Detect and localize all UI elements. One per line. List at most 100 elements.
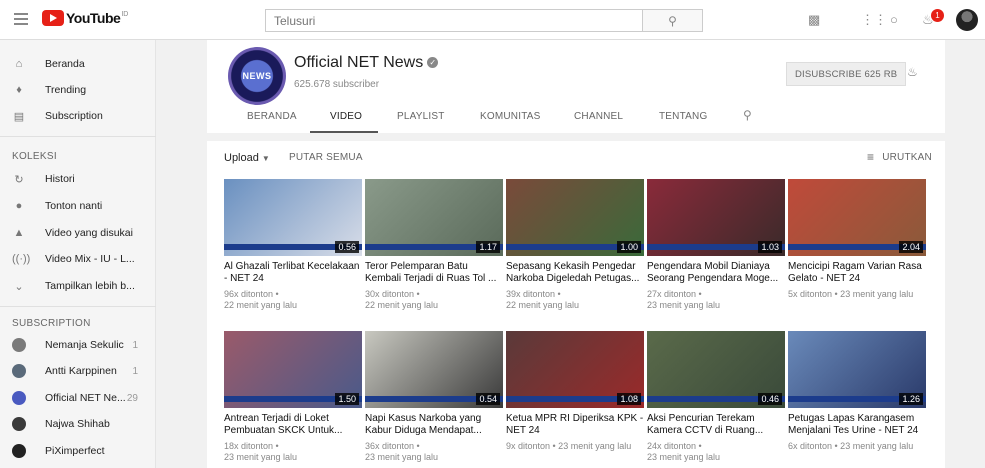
sidebar-item-show-more[interactable]: ⌄ Tampilkan lebih b... (0, 273, 156, 299)
channel-title: Official NET News ✓ (294, 54, 439, 72)
video-title[interactable]: Sepasang Kekasih Pengedar Narkoba Digele… (506, 261, 644, 284)
video-card[interactable]: 0.46 Aksi Pencurian Terekam Kamera CCTV … (647, 331, 785, 463)
video-card[interactable]: 1.50 Antrean Terjadi di Loket Pembuatan … (224, 331, 362, 463)
subscribe-button[interactable]: DISUBSCRIBE 625 RB (786, 62, 907, 86)
logo-text: YouTube (66, 10, 121, 26)
tab-playlist[interactable]: PLAYLIST (397, 111, 445, 122)
sidebar-item-liked-videos[interactable]: ▲ Video yang disukai (0, 220, 156, 246)
video-thumbnail[interactable]: 0.54 (365, 331, 503, 408)
channel-avatar (12, 338, 26, 352)
video-title[interactable]: Teror Pelemparan Batu Kembali Terjadi di… (365, 261, 503, 284)
sidebar-subscription-item[interactable]: Official NET Ne... 29 (0, 385, 156, 411)
video-title[interactable]: Antrean Terjadi di Loket Pembuatan SKCK … (224, 413, 362, 436)
sidebar-item-watch-later[interactable]: ● Tonton nanti (0, 193, 156, 219)
subscription-heading: SUBSCRIPTION (12, 318, 91, 329)
tab-komunitas[interactable]: KOMUNITAS (480, 111, 541, 122)
subscription-count: 1 (132, 365, 138, 377)
video-views: 27x ditonton • (647, 289, 702, 299)
video-views: 9x ditonton • 23 menit yang lalu (506, 441, 632, 451)
video-thumbnail[interactable]: 1.50 (224, 331, 362, 408)
video-thumbnail[interactable]: 0.56 (224, 179, 362, 256)
caret-down-icon: ▼ (261, 154, 270, 163)
video-title[interactable]: Napi Kasus Narkoba yang Kabur Diduga Men… (365, 413, 503, 436)
user-avatar[interactable] (956, 9, 978, 31)
video-card[interactable]: 1.08 Ketua MPR RI Diperiksa KPK - NET 24… (506, 331, 644, 452)
video-title[interactable]: Aksi Pencurian Terekam Kamera CCTV di Ru… (647, 413, 785, 436)
video-duration: 0.54 (476, 393, 500, 405)
sidebar-item-history[interactable]: ↻ Histori (0, 166, 156, 192)
tab-tentang[interactable]: TENTANG (659, 111, 707, 122)
video-title[interactable]: Mencicipi Ragam Varian Rasa Gelato - NET… (788, 261, 926, 284)
video-duration: 1.26 (899, 393, 923, 405)
video-thumbnail[interactable]: 1.08 (506, 331, 644, 408)
menu-icon[interactable] (14, 13, 28, 25)
search-button[interactable]: ⚲ (643, 9, 703, 32)
tab-beranda[interactable]: BERANDA (247, 111, 297, 122)
video-card[interactable]: 0.56 Al Ghazali Terlibat Kecelakaan - NE… (224, 179, 362, 311)
top-bar: YouTube ID ⚲ ▩ ⋮⋮ ○ ♨ 1 (0, 0, 985, 40)
sidebar-item-beranda[interactable]: ⌂ Beranda (0, 51, 156, 77)
upload-video-icon[interactable]: ▩ (808, 12, 820, 28)
sidebar-subscription-item[interactable]: Nemanja Sekulic 1 (0, 332, 156, 358)
video-thumbnail[interactable]: 1.03 (647, 179, 785, 256)
video-card[interactable]: 2.04 Mencicipi Ragam Varian Rasa Gelato … (788, 179, 926, 300)
video-title[interactable]: Ketua MPR RI Diperiksa KPK - NET 24 (506, 413, 644, 436)
notification-bell-icon[interactable]: ♨ (907, 65, 918, 79)
sort-icon: ≡ (867, 150, 875, 164)
subscription-label: Najwa Shihab (45, 418, 110, 430)
tab-channel[interactable]: CHANNEL (574, 111, 623, 122)
avatar-text: NEWS (242, 71, 272, 81)
video-thumbnail[interactable]: 0.46 (647, 331, 785, 408)
play-all-button[interactable]: PUTAR SEMUA (289, 152, 363, 163)
sidebar-item-trending[interactable]: ♦ Trending (0, 77, 156, 103)
video-views: 5x ditonton • 23 menit yang lalu (788, 289, 914, 299)
sidebar-divider (0, 136, 156, 137)
video-thumbnail[interactable]: 2.04 (788, 179, 926, 256)
notification-badge: 1 (931, 9, 944, 22)
search-input[interactable] (266, 10, 642, 31)
subscription-count: 1 (132, 339, 138, 351)
video-duration: 1.50 (335, 393, 359, 405)
video-thumbnail[interactable]: 1.26 (788, 331, 926, 408)
video-views: 6x ditonton • 23 menit yang lalu (788, 441, 914, 451)
video-time: 22 menit yang lalu (224, 300, 298, 310)
messages-icon[interactable]: ○ (890, 12, 898, 27)
subscription-icon: ▤ (13, 110, 25, 123)
video-card[interactable]: 0.54 Napi Kasus Narkoba yang Kabur Didug… (365, 331, 503, 463)
apps-grid-icon[interactable]: ⋮⋮ (861, 12, 887, 28)
video-views: 18x ditonton • (224, 441, 279, 451)
video-title[interactable]: Pengendara Mobil Dianiaya Seorang Pengen… (647, 261, 785, 284)
mix-icon: ((·)) (12, 253, 31, 265)
video-views: 39x ditonton • (506, 289, 561, 299)
video-card[interactable]: 1.26 Petugas Lapas Karangasem Menjalani … (788, 331, 926, 452)
video-thumbnail[interactable]: 1.17 (365, 179, 503, 256)
sidebar-subscription-item[interactable]: Antti Karppinen 1 (0, 358, 156, 384)
sidebar-subscription-item[interactable]: Najwa Shihab (0, 411, 156, 437)
video-title[interactable]: Al Ghazali Terlibat Kecelakaan - NET 24 (224, 261, 362, 284)
upload-dropdown[interactable]: Upload ▼ (224, 152, 270, 164)
sort-label: URUTKAN (882, 151, 932, 163)
video-title[interactable]: Petugas Lapas Karangasem Menjalani Tes U… (788, 413, 926, 436)
sidebar-item-label: Trending (45, 84, 87, 96)
video-card[interactable]: 1.03 Pengendara Mobil Dianiaya Seorang P… (647, 179, 785, 311)
channel-avatar (12, 391, 26, 405)
collection-heading: KOLEKSI (12, 151, 57, 162)
sidebar-subscription-item[interactable]: PiXimperfect (0, 438, 156, 464)
sort-button[interactable]: ≡ URUTKAN (867, 150, 932, 164)
sidebar-item-subscription[interactable]: ▤ Subscription (0, 103, 156, 129)
video-views: 30x ditonton • (365, 289, 420, 299)
channel-search-icon[interactable]: ⚲ (743, 108, 752, 122)
sidebar-item-label: Video Mix - IU - L... (45, 253, 135, 265)
chevron-down-icon: ⌄ (14, 280, 24, 293)
tab-video[interactable]: VIDEO (330, 111, 362, 122)
youtube-logo[interactable]: YouTube ID (42, 10, 128, 26)
channel-avatar-large[interactable]: NEWS (228, 47, 286, 105)
sidebar-item-mix[interactable]: ((·)) Video Mix - IU - L... (0, 246, 156, 272)
video-duration: 1.08 (617, 393, 641, 405)
video-time: 22 menit yang lalu (506, 300, 580, 310)
sidebar-item-label: Tonton nanti (45, 200, 103, 212)
video-card[interactable]: 1.17 Teror Pelemparan Batu Kembali Terja… (365, 179, 503, 311)
home-icon: ⌂ (15, 58, 23, 70)
video-thumbnail[interactable]: 1.00 (506, 179, 644, 256)
video-card[interactable]: 1.00 Sepasang Kekasih Pengedar Narkoba D… (506, 179, 644, 311)
